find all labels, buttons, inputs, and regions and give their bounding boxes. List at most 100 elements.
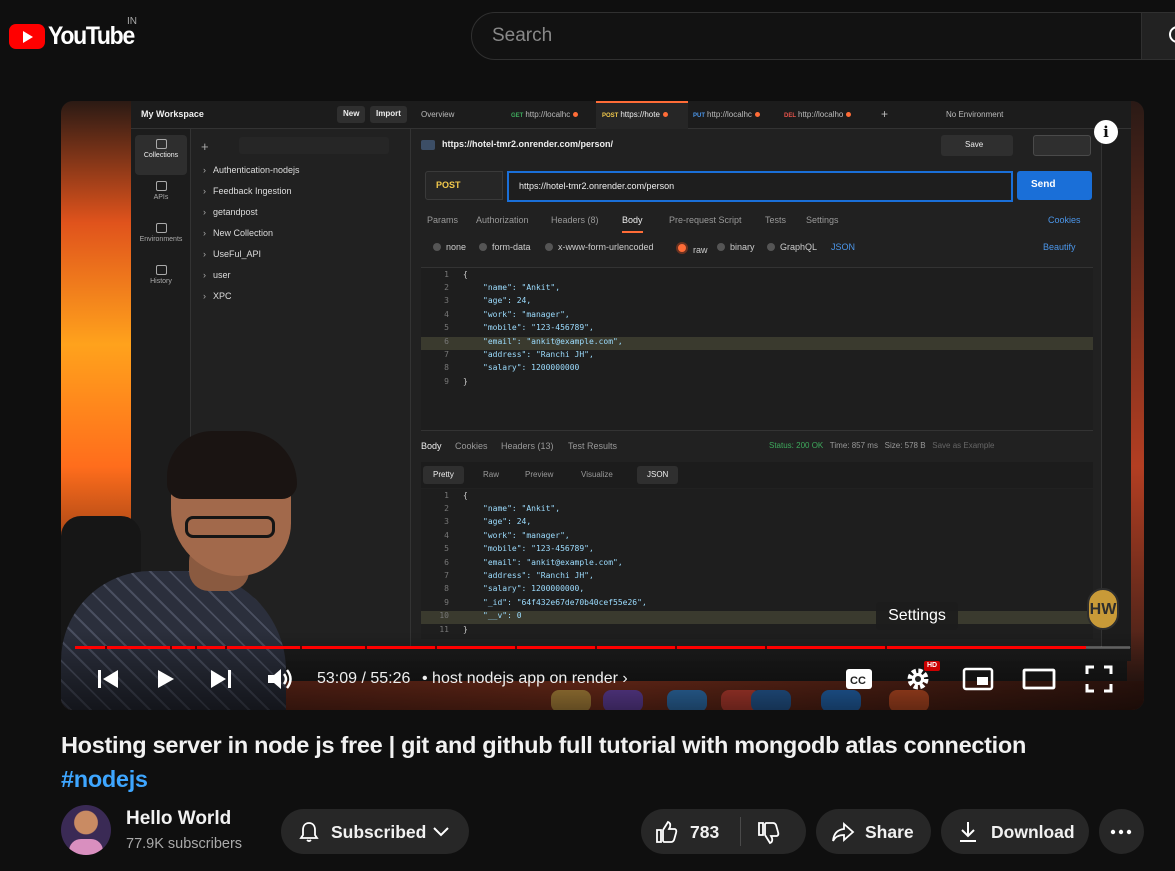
volume-icon[interactable] xyxy=(265,664,295,694)
nav-apis: APIs xyxy=(135,177,187,217)
view-preview: Preview xyxy=(525,470,554,479)
chapter-marker xyxy=(595,646,597,649)
chapter-marker xyxy=(765,646,767,649)
collection-item: › user xyxy=(203,270,231,280)
chevron-down-icon xyxy=(433,827,449,837)
download-icon xyxy=(960,822,976,842)
share-icon xyxy=(832,821,855,843)
req-tab-body: Body xyxy=(622,215,643,233)
workspace-name: My Workspace xyxy=(141,109,204,119)
search-placeholder: Search xyxy=(492,25,553,46)
chapter-title[interactable]: • host nodejs app on render › xyxy=(422,670,628,688)
chapter-marker xyxy=(105,646,107,649)
request-editor: https://hotel-tmr2.onrender.com/person/ … xyxy=(421,129,1093,661)
request-title: https://hotel-tmr2.onrender.com/person/ xyxy=(421,139,613,150)
hashtag-link[interactable]: #nodejs xyxy=(61,766,148,792)
subscribed-label: Subscribed xyxy=(331,822,427,842)
download-button[interactable]: Download xyxy=(941,809,1089,854)
captions-icon[interactable]: CC xyxy=(844,664,874,694)
collection-item: › Feedback Ingestion xyxy=(203,186,292,196)
video-title: Hosting server in node js free | git and… xyxy=(61,728,1151,796)
previous-icon[interactable] xyxy=(94,664,122,694)
nav-history: History xyxy=(135,261,187,301)
search-input[interactable]: Search xyxy=(471,12,1151,60)
chevron-right-icon: › xyxy=(622,670,628,687)
response-body-viewer: 1{ 2 "name": "Ankit", 3 "age": 24, 4 "work"… xyxy=(421,489,1093,639)
subscribed-button[interactable]: Subscribed xyxy=(281,809,469,854)
req-tab-tests: Tests xyxy=(765,215,787,225)
beautify-link: Beautify xyxy=(1043,242,1076,252)
like-count: 783 xyxy=(690,822,720,842)
more-actions-button[interactable] xyxy=(1099,809,1144,854)
tab-overview: Overview xyxy=(421,110,455,119)
chapter-marker xyxy=(170,646,172,649)
more-horizontal-icon xyxy=(1110,829,1132,835)
country-code: IN xyxy=(127,16,137,27)
youtube-logo[interactable]: YouTube xyxy=(9,22,141,51)
edit-toggle xyxy=(1033,135,1091,156)
save-request-button: Save xyxy=(941,135,1013,156)
req-tab-prerequest: Pre-request Script xyxy=(669,215,742,225)
share-button[interactable]: Share xyxy=(816,809,931,854)
chapter-marker xyxy=(225,646,227,649)
view-raw: Raw xyxy=(483,470,500,479)
req-tab-authorization: Authorization xyxy=(476,215,529,225)
download-label: Download xyxy=(991,822,1075,842)
req-tab-settings: Settings xyxy=(806,215,839,225)
body-type-form-data: form-data xyxy=(479,242,531,252)
body-type-urlencoded: x-www-form-urlencoded xyxy=(545,242,654,252)
body-format-select: JSON xyxy=(831,242,856,252)
theater-mode-icon[interactable] xyxy=(1022,664,1056,694)
play-icon[interactable] xyxy=(152,664,178,694)
channel-avatar[interactable] xyxy=(61,805,111,855)
cookies-link: Cookies xyxy=(1048,215,1081,225)
chapter-marker xyxy=(675,646,677,649)
collection-item: › UseFul_API xyxy=(203,249,262,259)
tab-delete: DEL http://localho xyxy=(784,110,852,119)
progress-bar[interactable] xyxy=(75,646,1130,649)
fullscreen-icon[interactable] xyxy=(1084,664,1114,694)
masthead: YouTube IN Search xyxy=(0,0,1175,72)
request-body-editor: 1{ 2 "name": "Ankit", 3 "age": 24, 4 "work"… xyxy=(421,267,1093,431)
presenter-glasses xyxy=(185,516,275,538)
chapter-marker xyxy=(435,646,437,649)
youtube-play-icon xyxy=(9,24,45,49)
tab-post: POST https://hote xyxy=(602,110,668,119)
response-status: Status: 200 OK Time: 857 ms Size: 578 B … xyxy=(769,441,995,450)
collection-item: › New Collection xyxy=(203,228,274,238)
info-icon[interactable]: i xyxy=(1094,120,1118,144)
logo-text: YouTube xyxy=(48,22,135,50)
body-type-binary: binary xyxy=(717,242,755,252)
view-visualize: Visualize xyxy=(581,470,613,479)
send-button: Send xyxy=(1017,171,1092,200)
hd-badge: HD xyxy=(924,661,941,671)
video-title-text: Hosting server in node js free | git and… xyxy=(61,732,1027,758)
url-field: https://hotel-tmr2.onrender.com/person xyxy=(507,171,1013,202)
collection-item: › XPC xyxy=(203,291,232,301)
collection-item: › getandpost xyxy=(203,207,258,217)
tab-get: GET http://localhc xyxy=(511,110,579,119)
chapter-marker xyxy=(515,646,517,649)
search-button[interactable] xyxy=(1141,12,1175,60)
req-tab-headers: Headers (8) xyxy=(551,215,599,225)
video-player[interactable]: My Workspace New Import Overview GET http… xyxy=(61,101,1144,710)
chapter-marker xyxy=(195,646,197,649)
time-display: 53:09 / 55:26 xyxy=(317,670,411,687)
environment-select: No Environment xyxy=(946,110,1004,119)
like-icon[interactable] xyxy=(654,819,680,845)
like-dislike-group: 783 xyxy=(641,809,806,854)
next-icon[interactable] xyxy=(207,664,235,694)
bell-icon xyxy=(299,822,319,842)
chapter-marker xyxy=(365,646,367,649)
channel-name[interactable]: Hello World xyxy=(126,808,231,830)
chapter-marker xyxy=(300,646,302,649)
channel-watermark[interactable]: HW xyxy=(1087,588,1119,630)
postman-topbar: My Workspace New Import Overview GET http… xyxy=(131,101,1131,129)
import-button: Import xyxy=(370,106,407,123)
miniplayer-icon[interactable] xyxy=(962,664,994,694)
nav-collections: Collections xyxy=(135,135,187,175)
postman-right-rail xyxy=(1101,129,1131,661)
search-icon xyxy=(1169,26,1175,43)
dislike-icon[interactable] xyxy=(756,820,782,846)
resp-tab-body: Body xyxy=(421,441,442,451)
